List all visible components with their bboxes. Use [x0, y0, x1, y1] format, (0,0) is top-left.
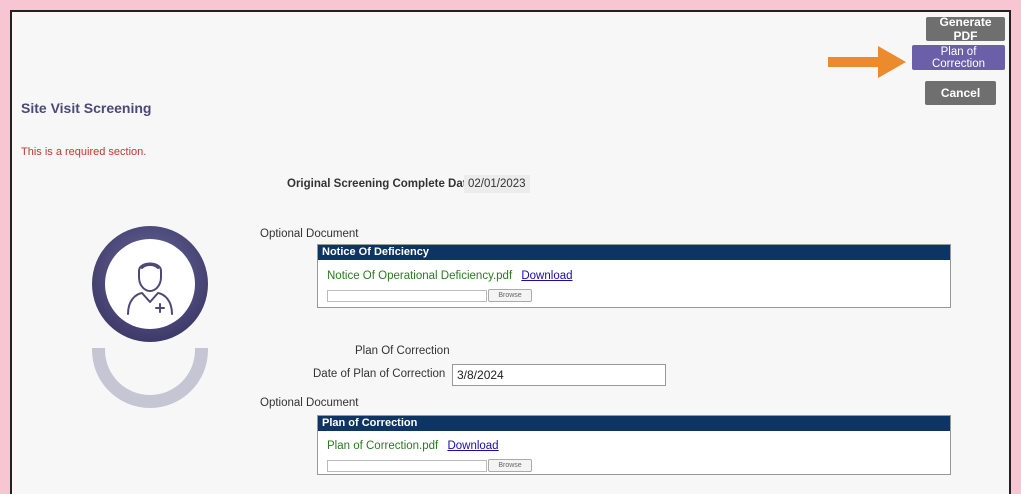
- arrow-right-icon: [828, 46, 906, 78]
- plan-of-correction-heading: Plan Of Correction: [355, 345, 450, 357]
- screening-date-value: 02/01/2023: [464, 175, 530, 193]
- plan-file-input[interactable]: [327, 460, 487, 472]
- plan-download-link[interactable]: Download: [447, 440, 498, 452]
- plan-of-correction-header: Plan of Correction: [318, 416, 950, 431]
- plan-date-input[interactable]: [452, 364, 666, 386]
- screening-date-label: Original Screening Complete Date: [287, 178, 473, 190]
- avatar-reflection: [90, 348, 210, 410]
- notice-file-row: Notice Of Operational Deficiency.pdf Dow…: [327, 270, 573, 282]
- plan-browse-button[interactable]: Browse: [488, 459, 532, 472]
- plan-of-correction-panel: Plan of Correction Plan of Correction.pd…: [317, 415, 951, 475]
- optional-document-label-1: Optional Document: [260, 228, 359, 240]
- plan-file-row: Plan of Correction.pdf Download: [327, 440, 499, 452]
- required-section-text: This is a required section.: [21, 146, 147, 158]
- plan-date-label: Date of Plan of Correction: [313, 368, 446, 380]
- user-plus-icon: [92, 226, 208, 342]
- notice-browse-button[interactable]: Browse: [488, 289, 532, 302]
- notice-download-link[interactable]: Download: [521, 270, 572, 282]
- optional-document-label-2: Optional Document: [260, 397, 359, 409]
- cancel-button[interactable]: Cancel: [925, 81, 996, 105]
- plan-file-name: Plan of Correction.pdf: [327, 440, 439, 452]
- notice-file-input[interactable]: [327, 290, 487, 302]
- plan-of-correction-button[interactable]: Plan of Correction: [912, 45, 1005, 70]
- notice-file-name: Notice Of Operational Deficiency.pdf: [327, 270, 513, 282]
- generate-pdf-button[interactable]: Generate PDF: [926, 15, 1005, 43]
- page-title: Site Visit Screening: [21, 100, 152, 116]
- notice-of-deficiency-header: Notice Of Deficiency: [318, 245, 950, 260]
- notice-of-deficiency-panel: Notice Of Deficiency Notice Of Operation…: [317, 244, 951, 308]
